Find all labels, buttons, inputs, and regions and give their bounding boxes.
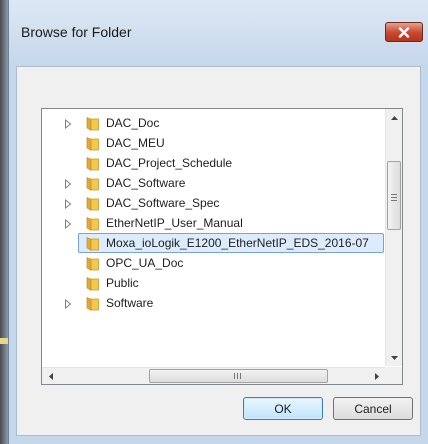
scrollbar-corner [385,367,402,384]
scroll-right-button[interactable] [368,368,385,384]
background-window-highlight [0,338,8,344]
folder-icon [85,196,100,211]
tree-item[interactable]: Software [42,293,382,313]
expand-arrow-icon[interactable] [64,118,72,130]
vertical-scrollbar[interactable] [385,109,402,366]
tree-item-label: Software [106,296,154,310]
browse-for-folder-dialog: Browse for Folder DAC_Doc DAC_MEU DAC_Proj… [8,0,428,444]
grip-icon [391,194,397,201]
horizontal-scrollbar[interactable] [42,367,385,384]
expand-arrow-icon[interactable] [64,218,72,230]
tree-item[interactable]: EtherNetIP_User_Manual [42,213,382,233]
background-window-edge [0,0,8,444]
tree-item[interactable]: DAC_Software_Spec [42,193,382,213]
tree-item-label: DAC_Project_Schedule [106,156,233,170]
folder-icon [85,136,100,151]
folder-icon [85,116,100,131]
scroll-down-button[interactable] [386,349,402,366]
vertical-scroll-thumb[interactable] [387,161,401,230]
scroll-left-button[interactable] [42,368,59,384]
ok-button[interactable]: OK [243,397,323,420]
title-bar[interactable]: Browse for Folder [9,0,428,66]
tree-item-label: DAC_MEU [106,136,165,150]
tree-item[interactable]: Public [42,273,382,293]
tree-item-label: DAC_Doc [106,116,160,130]
cancel-button[interactable]: Cancel [333,397,413,420]
tree-item[interactable]: DAC_Project_Schedule [42,153,382,173]
tree-item-label: Public [106,276,139,290]
expand-arrow-icon[interactable] [64,178,72,190]
folder-icon [85,256,100,271]
grip-icon [234,373,241,379]
expand-arrow-icon[interactable] [64,298,72,310]
arrow-up-icon [391,115,398,120]
close-button[interactable] [385,22,423,42]
tree-item-label: OPC_UA_Doc [106,256,184,270]
dialog-client-area: DAC_Doc DAC_MEU DAC_Project_Schedule DAC_So… [16,66,421,436]
arrow-down-icon [391,355,398,360]
tree-item-label: Moxa_ioLogik_E1200_EtherNetIP_EDS_2016-0… [106,236,369,250]
window-title: Browse for Folder [21,24,132,40]
folder-icon [85,216,100,231]
folder-icon [85,176,100,191]
tree-item[interactable]: OPC_UA_Doc [42,253,382,273]
tree-item-label: EtherNetIP_User_Manual [106,216,243,230]
folder-icon [85,296,100,311]
folder-tree-view[interactable]: DAC_Doc DAC_MEU DAC_Project_Schedule DAC_So… [41,108,403,385]
expand-arrow-icon[interactable] [64,198,72,210]
arrow-right-icon [374,373,379,380]
scroll-up-button[interactable] [386,109,402,126]
tree-item[interactable]: DAC_Doc [42,113,382,133]
tree-item[interactable]: Moxa_ioLogik_E1200_EtherNetIP_EDS_2016-0… [42,233,384,253]
folder-icon [85,156,100,171]
arrow-left-icon [48,373,53,380]
folder-icon [85,276,100,291]
tree-item[interactable]: DAC_Software [42,173,382,193]
horizontal-scroll-thumb[interactable] [149,369,328,383]
close-x-icon [398,26,410,38]
tree-item-label: DAC_Software_Spec [106,196,220,210]
folder-icon [85,236,100,251]
tree-item[interactable]: DAC_MEU [42,133,382,153]
tree-item-label: DAC_Software [106,176,186,190]
